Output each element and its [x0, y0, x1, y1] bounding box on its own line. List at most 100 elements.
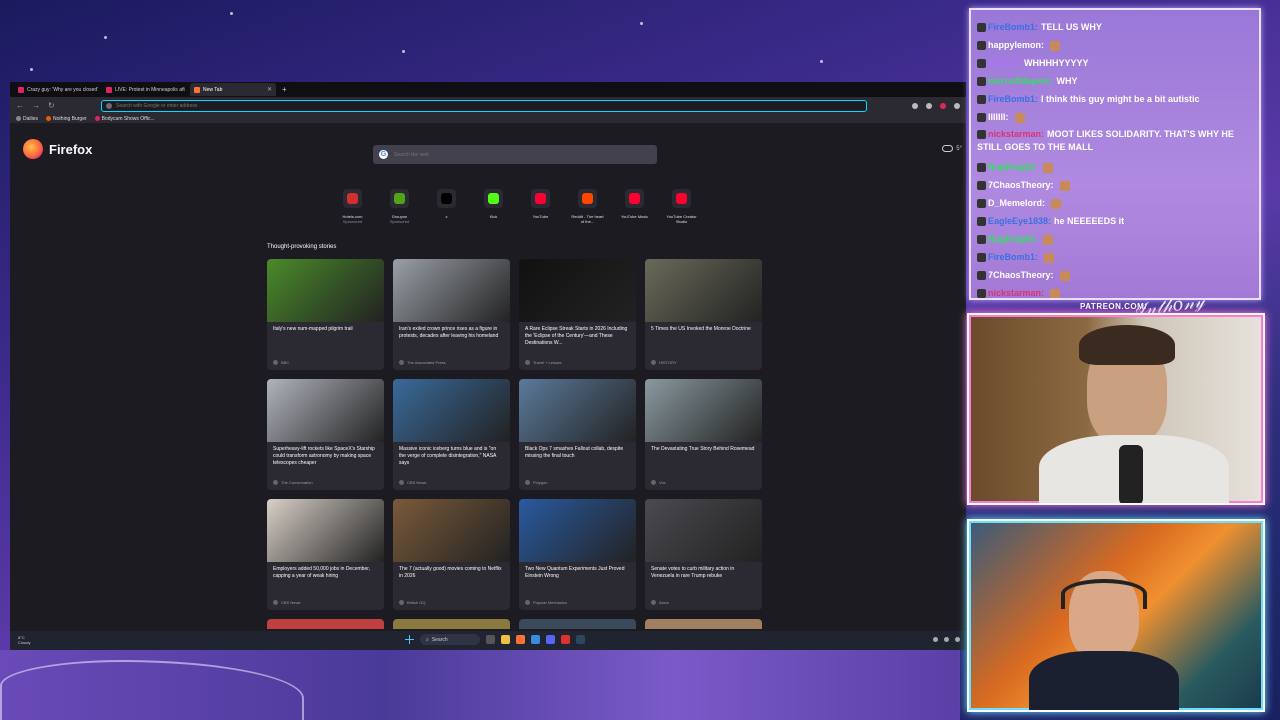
shortcut-1[interactable]: Groupon Sponsored [382, 189, 417, 224]
shortcut-icon [343, 189, 362, 208]
stream-chat: FireBomb1: TELL US WHY happylemon: ZMJO2: WH… [969, 8, 1261, 300]
steam-icon[interactable] [576, 635, 585, 644]
story-card[interactable]: Iran's exiled crown prince rises as a fi… [393, 259, 510, 370]
shortcut-logo [441, 193, 452, 204]
star [820, 60, 823, 63]
pocket-icon[interactable] [926, 103, 932, 109]
app-icon[interactable] [531, 635, 540, 644]
menu-icon[interactable] [954, 103, 960, 109]
story-title: Black Ops 7 smashes Fallout collab, desp… [525, 446, 624, 459]
shortcut-logo [347, 193, 358, 204]
chat-username: NugKnight: [988, 234, 1037, 244]
story-card-partial[interactable] [393, 619, 510, 629]
windows-start-icon[interactable] [405, 635, 414, 644]
shortcut-7[interactable]: YouTube Creator Studio [664, 189, 699, 224]
taskbar-weather[interactable]: 8°C Cloudy [18, 635, 30, 645]
tray-chevron-icon[interactable] [933, 637, 938, 642]
back-button[interactable]: ← [16, 101, 24, 110]
story-title: Senate votes to curb military action in … [651, 566, 735, 579]
story-card[interactable]: The 7 (actually good) movies coming to N… [393, 499, 510, 610]
story-card[interactable]: Two New Quantum Experiments Just Proved … [519, 499, 636, 610]
new-tab-button[interactable]: + [282, 85, 287, 94]
chat-text: I think this guy might be a bit autistic [1041, 94, 1200, 104]
source-icon [651, 360, 656, 365]
web-search-input[interactable] [394, 151, 594, 158]
story-card[interactable]: Employers added 50,000 jobs in December,… [267, 499, 384, 610]
story-title: 5 Times the US Invoked the Monroe Doctri… [651, 326, 751, 332]
story-card[interactable]: Superheavy-lift rockets like SpaceX's St… [267, 379, 384, 490]
chat-message: mercoffdaperc: WHY [977, 72, 1253, 90]
story-card[interactable]: Senate votes to curb military action in … [645, 499, 762, 610]
emote-icon [1050, 40, 1061, 51]
source-icon [399, 360, 404, 365]
taskbar-weather-desc: Cloudy [18, 640, 31, 645]
app-icon[interactable] [561, 635, 570, 644]
extension-icon[interactable] [912, 103, 918, 109]
shortcut-5[interactable]: Reddit - The heart of the... [570, 189, 605, 224]
shortcut-4[interactable]: YouTube [523, 189, 558, 224]
story-title: The 7 (actually good) movies coming to N… [399, 566, 502, 579]
shortcut-3[interactable]: Kick [476, 189, 511, 224]
star [402, 50, 405, 53]
story-card-partial[interactable] [267, 619, 384, 629]
source-icon [525, 480, 530, 485]
story-image [393, 379, 510, 442]
shortcut-icon [625, 189, 644, 208]
tab-3[interactable]: New Tab ✕ [190, 83, 276, 96]
story-card-partial[interactable] [519, 619, 636, 629]
chat-text: he NEEEEEDS it [1054, 216, 1125, 226]
chat-message: nickstarman: [977, 284, 1253, 298]
shortcut-2[interactable]: x [429, 189, 464, 224]
discord-icon[interactable] [546, 635, 555, 644]
firefox-icon[interactable] [516, 635, 525, 644]
story-card[interactable]: Italy's new num-mapped pilgrim trail BBC [267, 259, 384, 370]
reload-button[interactable]: ↻ [48, 101, 55, 110]
source-icon [525, 600, 530, 605]
source-icon [399, 480, 404, 485]
story-image [519, 259, 636, 322]
shortcut-logo [488, 193, 499, 204]
chat-username: NugKnight: [988, 162, 1037, 172]
badge-icon [977, 113, 986, 123]
firefox-icon [23, 139, 43, 159]
story-card-partial[interactable] [645, 619, 762, 629]
forward-button[interactable]: → [32, 101, 40, 110]
tab-1[interactable]: Crazy guy: 'Why are you closed'✕ [14, 83, 100, 96]
shortcut-logo [535, 193, 546, 204]
volume-icon[interactable] [955, 637, 960, 642]
shortcut-6[interactable]: YouTube Music [617, 189, 652, 224]
chat-username: 7ChaosTheory: [988, 270, 1054, 280]
chat-text: WHY [1056, 76, 1078, 86]
taskbar-search[interactable]: ⌕ Search [420, 634, 480, 645]
network-icon[interactable] [944, 637, 949, 642]
url-bar[interactable] [101, 100, 867, 112]
file-explorer-icon[interactable] [501, 635, 510, 644]
task-view-icon[interactable] [486, 635, 495, 644]
emote-icon [1050, 288, 1061, 298]
emote-icon [1051, 198, 1062, 209]
webcam-guest [967, 313, 1265, 505]
story-card[interactable]: Black Ops 7 smashes Fallout collab, desp… [519, 379, 636, 490]
story-card[interactable]: The Devastating True Story Behind Roseme… [645, 379, 762, 490]
bookmark-dailies[interactable]: Dailies [16, 116, 38, 122]
shortcut-label: YouTube [532, 214, 549, 219]
badge-icon [977, 95, 986, 105]
tab-2[interactable]: LIVE: Protest in Minneapolis aft✕ [102, 83, 188, 96]
badge-icon [977, 253, 986, 263]
record-icon[interactable] [940, 103, 946, 109]
weather-widget[interactable]: 5° [942, 145, 962, 152]
chat-message: nickstarman: MOOT LIKES SOLIDARITY. THAT'… [977, 128, 1253, 154]
web-search-box[interactable]: G [373, 145, 657, 164]
close-icon[interactable]: ✕ [267, 86, 272, 93]
story-image [267, 499, 384, 562]
story-card[interactable]: Massive iconic iceberg turns blue and is… [393, 379, 510, 490]
chat-message: D_Memelord: [977, 194, 1253, 212]
story-card[interactable]: A Rare Eclipse Streak Starts in 2026 Inc… [519, 259, 636, 370]
shortcut-0[interactable]: Hotels.com Sponsored [335, 189, 370, 224]
bookmark-bodycam[interactable]: Bodycam Shows Offic... [94, 116, 155, 122]
story-card[interactable]: 5 Times the US Invoked the Monroe Doctri… [645, 259, 762, 370]
url-input[interactable] [116, 103, 516, 109]
shortcut-icon [531, 189, 550, 208]
bookmark-nothing-burger[interactable]: Nothing Burger [46, 116, 87, 122]
story-source: HISTORY [651, 360, 677, 365]
